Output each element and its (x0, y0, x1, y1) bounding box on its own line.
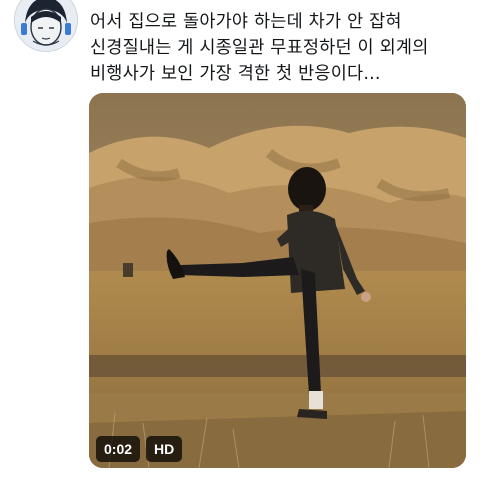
tweet-text-line: 어서 집으로 돌아가야 하는데 차가 안 잡혀 (90, 12, 402, 32)
profile-avatar[interactable] (14, 0, 78, 52)
video-badges: 0:02 HD (96, 436, 183, 462)
video-frame (89, 93, 466, 468)
tweet-header-partial (90, 0, 430, 4)
avatar-illustration (15, 0, 77, 51)
tweet-text-line: 신경질내는 게 시종일관 무표정하던 이 외계의 (90, 38, 429, 58)
video-player[interactable] (89, 93, 466, 468)
tweet-text: 어서 집으로 돌아가야 하는데 차가 안 잡혀 신경질내는 게 시종일관 무표정… (90, 9, 470, 87)
hd-badge: HD (146, 436, 183, 462)
video-timestamp: 0:02 (96, 436, 141, 462)
tweet-text-line: 비행사가 보인 가장 격한 첫 반응이다... (90, 64, 381, 84)
